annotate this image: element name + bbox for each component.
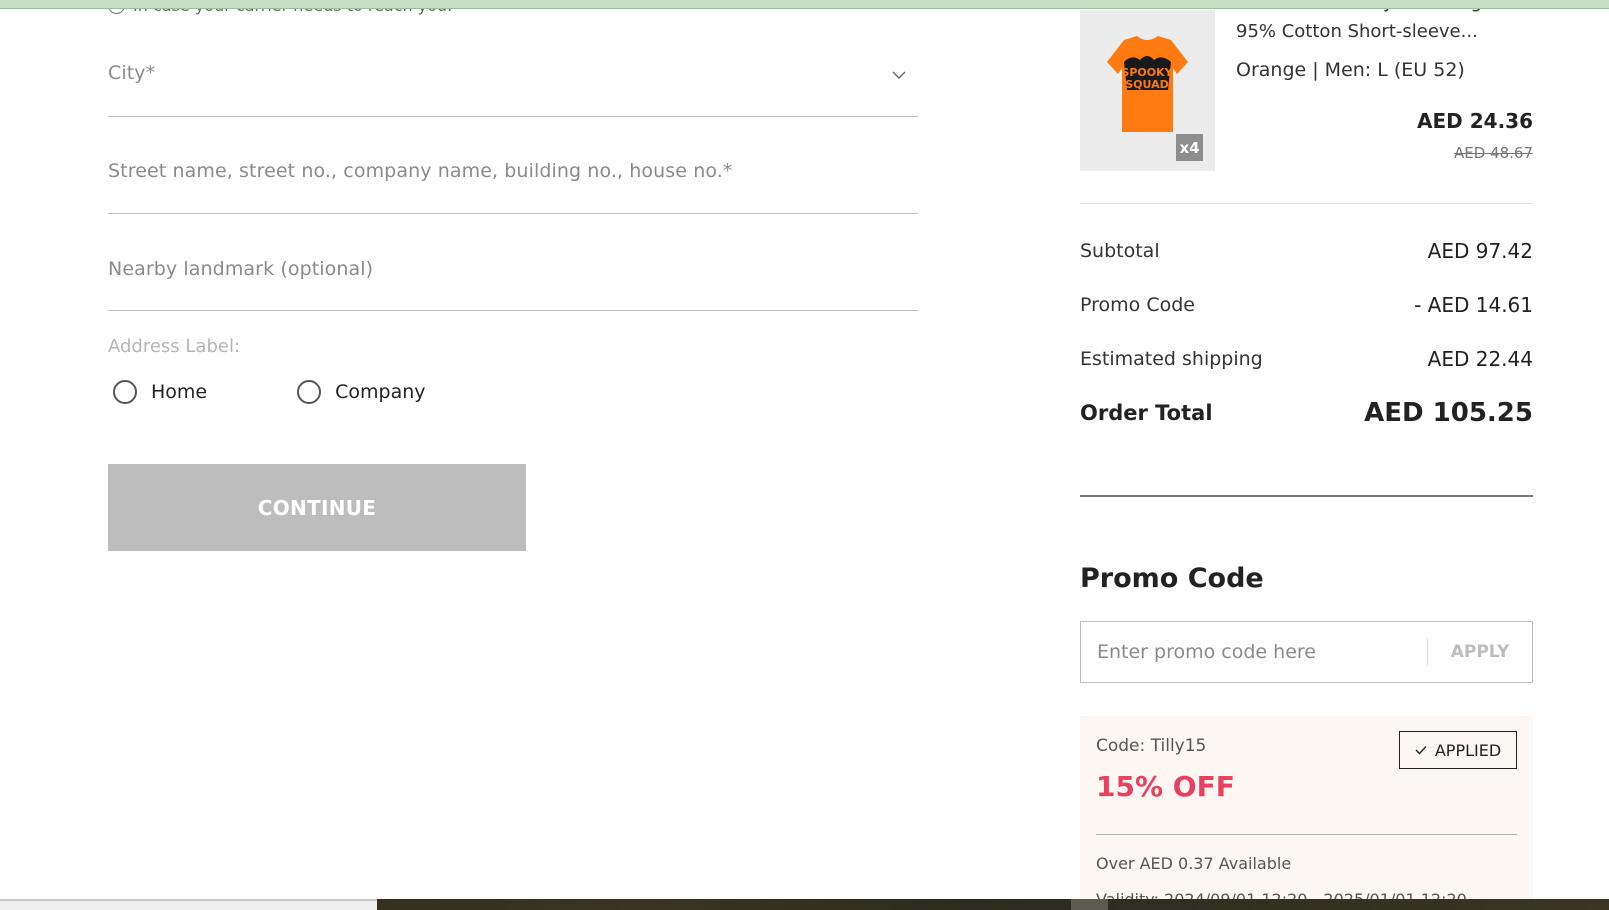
product-price: AED 24.36 xyxy=(1417,109,1533,133)
section-divider xyxy=(1080,495,1533,497)
promo-heading: Promo Code xyxy=(1080,563,1264,594)
subtotal-value: AED 97.42 xyxy=(1427,239,1533,263)
landmark-input[interactable]: Nearby landmark (optional) xyxy=(108,258,918,311)
address-label-radio-group: Home Company xyxy=(113,380,516,404)
chevron-down-icon xyxy=(892,71,906,79)
radio-circle-icon[interactable] xyxy=(113,380,137,404)
order-total-row: Order Total AED 105.25 xyxy=(1080,398,1533,428)
landmark-placeholder: Nearby landmark (optional) xyxy=(108,258,374,280)
product-image[interactable]: SPOOKY SQUAD x4 xyxy=(1080,10,1215,171)
order-total-label: Order Total xyxy=(1080,401,1213,425)
quantity-badge: x4 xyxy=(1176,134,1203,161)
coupon-code: Code: Tilly15 xyxy=(1096,736,1207,756)
subtotal-label: Subtotal xyxy=(1080,240,1160,262)
coupon-divider xyxy=(1096,834,1517,835)
address-label-heading: Address Label: xyxy=(108,336,241,357)
summary-divider xyxy=(1080,203,1533,204)
applied-button[interactable]: APPLIED xyxy=(1399,731,1517,769)
taskbar-app-thumbnail[interactable] xyxy=(1071,899,1108,910)
promo-discount-row: Promo Code - AED 14.61 xyxy=(1080,293,1533,317)
city-select[interactable]: City* xyxy=(108,62,918,117)
promo-discount-value: - AED 14.61 xyxy=(1414,293,1533,317)
radio-home-label: Home xyxy=(151,381,208,403)
shipping-row: Estimated shipping AED 22.44 xyxy=(1080,347,1533,371)
shipping-value: AED 22.44 xyxy=(1427,347,1533,371)
coupon-discount: 15% OFF xyxy=(1096,770,1235,803)
taskbar xyxy=(0,899,1609,910)
apply-button[interactable]: APPLY xyxy=(1428,622,1532,682)
subtotal-row: Subtotal AED 97.42 xyxy=(1080,239,1533,263)
promo-code-input[interactable] xyxy=(1081,622,1427,682)
coupon-min-spend: Over AED 0.37 Available xyxy=(1096,854,1292,873)
browser-top-bar xyxy=(0,0,1609,9)
promo-discount-label: Promo Code xyxy=(1080,294,1195,316)
order-total-value: AED 105.25 xyxy=(1364,398,1533,428)
continue-button[interactable]: CONTINUE xyxy=(108,464,526,551)
shipping-label: Estimated shipping xyxy=(1080,348,1263,370)
city-placeholder: City* xyxy=(108,62,156,84)
radio-company-label: Company xyxy=(335,381,426,403)
street-placeholder: Street name, street no., company name, b… xyxy=(108,160,733,182)
radio-circle-icon[interactable] xyxy=(297,380,322,404)
check-icon xyxy=(1415,746,1427,755)
applied-label: APPLIED xyxy=(1434,740,1502,760)
radio-company[interactable]: Company xyxy=(297,380,426,404)
radio-home[interactable]: Home xyxy=(113,380,207,404)
street-input[interactable]: Street name, street no., company name, b… xyxy=(108,160,918,214)
taskbar-search-area[interactable] xyxy=(0,899,377,910)
product-original-price: AED 48.67 xyxy=(1454,144,1533,162)
svg-text:SQUAD: SQUAD xyxy=(1125,78,1169,91)
product-title-line2[interactable]: 95% Cotton Short-sleeve... xyxy=(1236,21,1478,42)
coupon-card: Code: Tilly15 15% OFF APPLIED Over AED 0… xyxy=(1080,716,1533,910)
product-variant: Orange | Men: L (EU 52) xyxy=(1236,59,1465,81)
promo-code-field: APPLY xyxy=(1080,621,1533,683)
